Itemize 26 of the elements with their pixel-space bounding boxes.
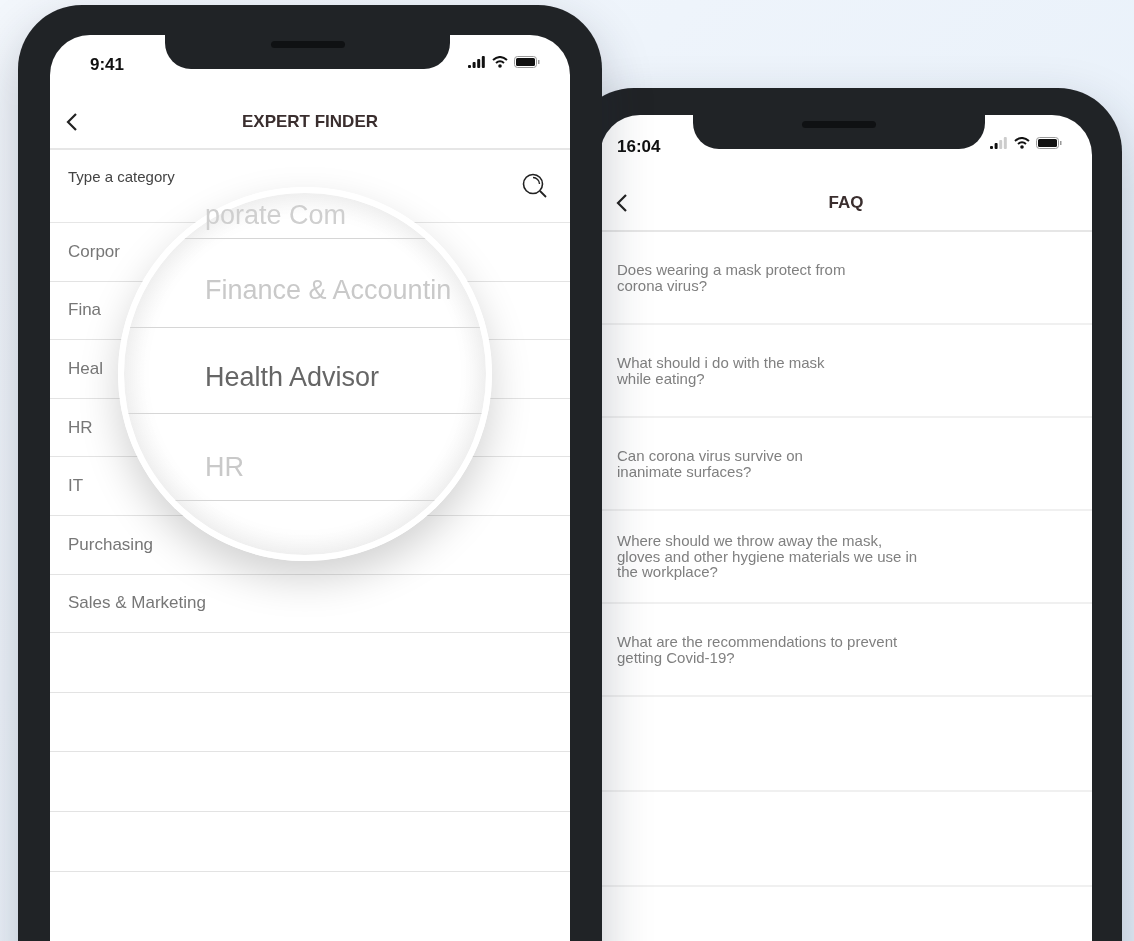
magnified-item: Health Advisor <box>205 361 380 393</box>
status-time: 16:04 <box>617 137 661 157</box>
category-item[interactable]: IT <box>68 476 84 497</box>
screen-title: FAQ <box>828 192 864 213</box>
faq-question[interactable]: Does wearing a mask protect from corona virus? <box>617 261 846 294</box>
category-item[interactable]: Heal <box>68 359 103 379</box>
faq-question[interactable]: What are the recommendations to prevent getting Covid-19? <box>617 633 898 666</box>
back-icon <box>616 192 628 213</box>
battery-icon <box>514 56 540 68</box>
category-item[interactable]: HR <box>68 417 93 438</box>
signal-icon <box>468 56 486 68</box>
battery-icon <box>1036 137 1062 149</box>
faq-question[interactable]: What should i do with the mask while eating? <box>617 354 825 387</box>
wifi-icon <box>1014 137 1030 149</box>
search-icon[interactable] <box>522 173 548 199</box>
wifi-icon <box>492 56 508 68</box>
category-item[interactable]: Purchasing <box>68 534 154 555</box>
status-time: 9:41 <box>90 55 125 75</box>
signal-icon <box>990 137 1008 149</box>
faq-question[interactable]: Where should we throw away the mask, gloves and other hygiene materials we use in the workplace? <box>617 532 918 581</box>
screen-title: EXPERT FINDER <box>242 111 378 132</box>
category-item[interactable]: Fina <box>68 300 102 321</box>
category-item[interactable]: Sales & Marketing <box>68 593 206 614</box>
faq-question[interactable]: Can corona virus survive on inanimate surfaces? <box>617 447 803 480</box>
category-item[interactable]: Corpor <box>68 241 120 262</box>
back-icon <box>66 111 78 132</box>
